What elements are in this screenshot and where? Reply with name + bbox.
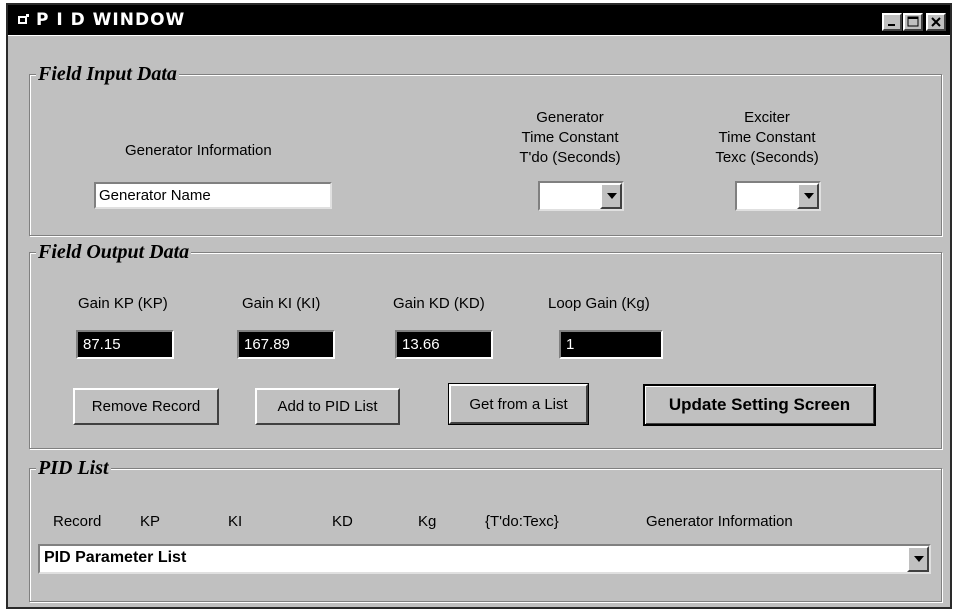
get-from-list-button[interactable]: Get from a List: [448, 383, 589, 425]
generator-info-label: Generator Information: [125, 142, 272, 159]
maximize-button[interactable]: [903, 13, 923, 31]
update-setting-screen-button[interactable]: Update Setting Screen: [643, 384, 876, 426]
window-app-icon[interactable]: [16, 13, 30, 27]
kd-value: 13.66: [395, 330, 493, 359]
pid-list-group: PID List Record KP KI KD Kg {T'do:Texc} …: [29, 456, 942, 602]
exciter-tc-dropdown-arrow[interactable]: [797, 183, 819, 209]
ki-label: Gain KI (KI): [242, 295, 321, 312]
pid-list-title: PID List: [36, 456, 111, 480]
close-button[interactable]: [926, 13, 946, 31]
exciter-tc-dropdown[interactable]: [735, 181, 821, 211]
pid-window: P I D WINDOW Field Input Data Generator …: [6, 3, 952, 609]
generator-tc-label-line3: T'do (Seconds): [519, 149, 621, 166]
field-input-group: Field Input Data Generator Information G…: [29, 62, 942, 236]
chevron-down-icon: [607, 193, 617, 199]
field-output-title: Field Output Data: [36, 240, 192, 264]
column-tdo-texc: {T'do:Texc}: [485, 513, 559, 530]
generator-name-input[interactable]: Generator Name: [94, 182, 332, 209]
add-to-pid-list-button[interactable]: Add to PID List: [255, 388, 400, 425]
column-kd: KD: [332, 513, 353, 530]
column-generator-information: Generator Information: [646, 513, 793, 530]
exciter-tc-label-line2: Time Constant: [718, 129, 816, 146]
field-input-title: Field Input Data: [36, 62, 179, 86]
window-content: Field Input Data Generator Information G…: [8, 35, 950, 607]
generator-tc-dropdown-arrow[interactable]: [600, 183, 622, 209]
generator-tc-label-line1: Generator: [536, 109, 604, 126]
generator-tc-dropdown[interactable]: [538, 181, 624, 211]
pid-parameter-list-selected: PID Parameter List: [44, 549, 187, 566]
close-icon: [931, 17, 941, 27]
ki-value: 167.89: [237, 330, 335, 359]
maximize-icon: [907, 16, 919, 27]
kd-label: Gain KD (KD): [393, 295, 485, 312]
minimize-icon: [888, 24, 895, 26]
chevron-down-icon: [804, 193, 814, 199]
remove-record-button[interactable]: Remove Record: [73, 388, 219, 425]
kg-label: Loop Gain (Kg): [548, 295, 650, 312]
column-record: Record: [53, 513, 102, 530]
kp-value: 87.15: [76, 330, 174, 359]
exciter-tc-label-line1: Exciter: [744, 109, 790, 126]
chevron-down-icon: [914, 556, 924, 562]
column-kg: Kg: [418, 513, 437, 530]
kg-value: 1: [559, 330, 663, 359]
generator-tc-label-line2: Time Constant: [521, 129, 619, 146]
column-ki: KI: [228, 513, 243, 530]
pid-list-dropdown-arrow[interactable]: [907, 546, 929, 572]
column-kp: KP: [140, 513, 161, 530]
window-title: P I D WINDOW: [36, 10, 186, 30]
title-bar[interactable]: P I D WINDOW: [8, 5, 950, 35]
exciter-tc-label-line3: Texc (Seconds): [715, 149, 819, 166]
field-output-group: Field Output Data Gain KP (KP) 87.15 Gai…: [29, 240, 942, 449]
pid-parameter-list-dropdown[interactable]: PID Parameter List: [38, 544, 931, 574]
kp-label: Gain KP (KP): [78, 295, 168, 312]
minimize-button[interactable]: [882, 13, 902, 31]
